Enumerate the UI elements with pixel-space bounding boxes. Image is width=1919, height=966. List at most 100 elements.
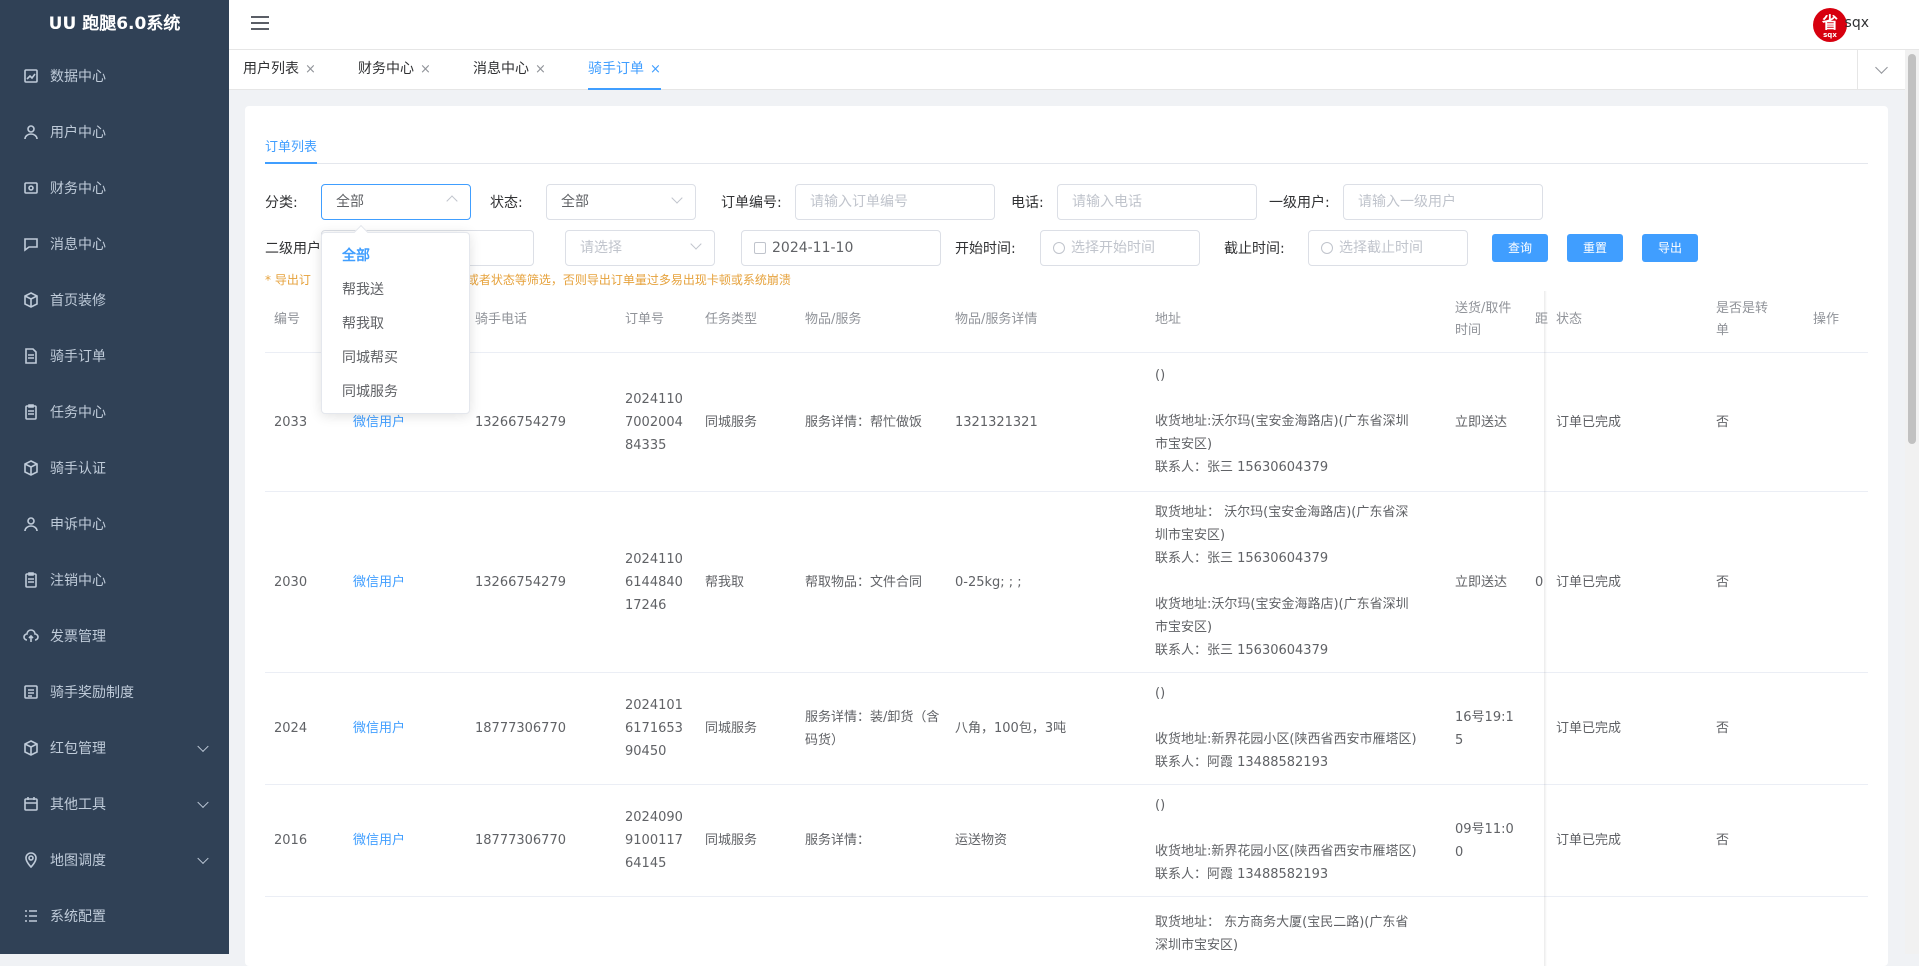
address-line: 联系人：张三 15630604379 (1155, 551, 1329, 566)
list-icon (22, 683, 40, 701)
avatar-text: 省 (1821, 13, 1838, 32)
dropdown-option-pickup[interactable]: 帮我取 (322, 307, 469, 341)
address-line: 圳市宝安区) (1155, 528, 1226, 543)
wallet-icon (22, 179, 40, 197)
tab-rider-orders[interactable]: 骑手订单 × (588, 50, 661, 90)
cube-icon (22, 739, 40, 757)
address-line: () (1155, 368, 1166, 383)
close-icon[interactable]: × (535, 62, 546, 77)
export-button[interactable]: 导出 (1642, 234, 1698, 262)
close-icon[interactable]: × (420, 62, 431, 77)
order-number: 2024090 (625, 810, 683, 825)
topbar: 省 sqx sqx (229, 0, 1919, 50)
user-icon (22, 515, 40, 533)
close-icon[interactable]: × (650, 62, 661, 77)
category-dropdown: 全部 帮我送 帮我取 同城帮买 同城服务 (321, 224, 470, 414)
scrollbar-thumb[interactable] (1908, 54, 1916, 444)
level1-input[interactable]: 请输入一级用户 (1343, 184, 1543, 220)
category-label: 分类: (265, 195, 298, 211)
delivery-time: 0 (1455, 845, 1464, 860)
sidebar-item[interactable]: 其他工具 (0, 776, 229, 832)
col-header: 是否是转单 (1716, 301, 1769, 338)
start-time-picker[interactable]: 选择开始时间 (1040, 230, 1200, 266)
sidebar-item[interactable]: 任务中心 (0, 384, 229, 440)
tabs-more-chevron-down-icon[interactable] (1857, 50, 1905, 90)
order-number: 2024110 (625, 391, 683, 407)
query-button[interactable]: 查询 (1492, 234, 1548, 262)
calendar-icon (754, 242, 766, 254)
row-id: 2016 (274, 833, 308, 848)
tab-label: 消息中心 (473, 61, 529, 77)
level2-label: 二级用户 (265, 241, 321, 257)
row-divider (265, 352, 1868, 353)
item-detail: 1321321321 (955, 414, 1038, 430)
user-link[interactable]: 微信用户 (353, 717, 405, 740)
cube-icon (22, 459, 40, 477)
sidebar-item[interactable]: 注销中心 (0, 552, 229, 608)
sidebar-item[interactable]: 财务中心 (0, 160, 229, 216)
tab-label: 骑手订单 (588, 61, 644, 77)
row-id: 2033 (274, 414, 308, 430)
sidebar-menu: 数据中心用户中心财务中心 消息中心 首页装修 骑手订单 任务中心 骑手认证 申诉中心 注销中心… (0, 48, 229, 944)
subtab-order-list[interactable]: 订单列表 (265, 136, 318, 164)
date-picker[interactable]: 2024-11-10 (741, 230, 941, 266)
phone-input[interactable]: 请输入电话 (1057, 184, 1257, 220)
tab-user-list[interactable]: 用户列表 × (243, 50, 316, 90)
sidebar-item-label: 系统配置 (50, 909, 106, 925)
order-number: 90450 (625, 744, 667, 759)
address-line: 收货地址:沃尔玛(宝安金海路店)(广东省深圳 (1155, 597, 1409, 612)
tab-messages[interactable]: 消息中心 × (473, 50, 546, 90)
sidebar-item[interactable]: 骑手认证 (0, 440, 229, 496)
hamburger-menu-icon[interactable] (251, 16, 269, 30)
clock-icon (1321, 242, 1333, 254)
close-icon[interactable]: × (305, 62, 316, 77)
distance: 0 (1535, 574, 1544, 590)
delivery-time: 立即送达 (1455, 414, 1508, 430)
sidebar-item[interactable]: 数据中心 (0, 48, 229, 104)
user-link[interactable]: 微信用户 (353, 571, 405, 594)
end-time-label: 截止时间: (1224, 241, 1285, 257)
sidebar-item[interactable]: 红包管理 (0, 720, 229, 776)
sidebar-item[interactable]: 申诉中心 (0, 496, 229, 552)
warning-suffix: 行时间或者状态等筛选，否则导出订单量过多易出现卡顿或系统崩溃 (430, 273, 791, 287)
address-line: 联系人：阿霞 13488582193 (1155, 755, 1329, 770)
sidebar-item-label: 用户中心 (50, 125, 106, 141)
tab-finance[interactable]: 财务中心 × (358, 50, 431, 90)
reset-button[interactable]: 重置 (1567, 234, 1623, 262)
row-id: 2030 (274, 574, 308, 590)
clipboard-icon (22, 403, 40, 421)
status-select[interactable]: 全部 (546, 184, 696, 220)
order-status: 订单已完成 (1556, 414, 1622, 430)
order-number: 6144840 (625, 574, 683, 590)
sidebar-item[interactable]: 系统配置 (0, 888, 229, 944)
task-type: 同城服务 (705, 721, 758, 736)
category-select[interactable]: 全部 (321, 184, 471, 220)
category-filter-select[interactable]: 请选择 (565, 230, 715, 266)
sidebar-item[interactable]: 骑手订单 (0, 328, 229, 384)
sidebar-item[interactable]: 骑手奖励制度 (0, 664, 229, 720)
delivery-time: 5 (1455, 733, 1464, 748)
order-no-input[interactable]: 请输入订单编号 (795, 184, 995, 220)
row-divider (265, 491, 1868, 492)
dropdown-option-all[interactable]: 全部 (322, 239, 469, 273)
clock-icon (1053, 242, 1065, 254)
user-link[interactable]: 微信用户 (353, 829, 405, 852)
order-no-label: 订单编号: (721, 195, 782, 211)
page-scrollbar[interactable] (1905, 50, 1919, 954)
dropdown-option-service[interactable]: 同城服务 (322, 375, 469, 409)
task-type: 同城服务 (705, 414, 758, 430)
sidebar-item[interactable]: 发票管理 (0, 608, 229, 664)
chevron-down-icon (197, 796, 209, 809)
end-time-picker[interactable]: 选择截止时间 (1308, 230, 1468, 266)
avatar[interactable]: 省 sqx (1813, 8, 1847, 42)
sidebar-item[interactable]: 用户中心 (0, 104, 229, 160)
dropdown-option-buy[interactable]: 同城帮买 (322, 341, 469, 375)
order-number: 7002004 (625, 414, 683, 430)
dropdown-option-send[interactable]: 帮我送 (322, 273, 469, 307)
username[interactable]: sqx (1845, 15, 1869, 31)
sidebar-item[interactable]: 消息中心 (0, 216, 229, 272)
delivery-time: 09号11:0 (1455, 822, 1514, 837)
sidebar-item[interactable]: 地图调度 (0, 832, 229, 888)
sidebar-item[interactable]: 首页装修 (0, 272, 229, 328)
cube-icon (22, 291, 40, 309)
